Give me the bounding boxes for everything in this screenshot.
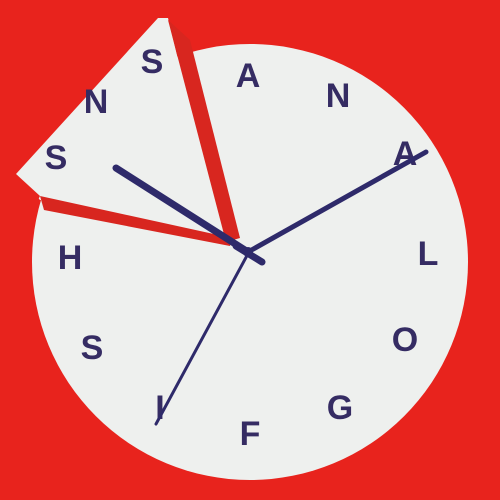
dial-letter: L [418, 235, 439, 273]
center-pivot [243, 247, 253, 257]
dial-letter: H [58, 239, 83, 277]
dial-letter: S [45, 139, 68, 177]
dial-letter: G [327, 389, 353, 427]
dial-letter: N [326, 77, 351, 115]
clock-svg: S A N A L O G F I S H S N S [0, 0, 500, 500]
dial-letter: F [240, 415, 261, 453]
clock-artwork: S A N A L O G F I S H S N S [0, 0, 500, 500]
dial-letter: A [236, 57, 261, 95]
dial-letter: N [84, 83, 109, 121]
dial-letter: O [392, 321, 418, 359]
dial-letter: S [81, 329, 104, 367]
